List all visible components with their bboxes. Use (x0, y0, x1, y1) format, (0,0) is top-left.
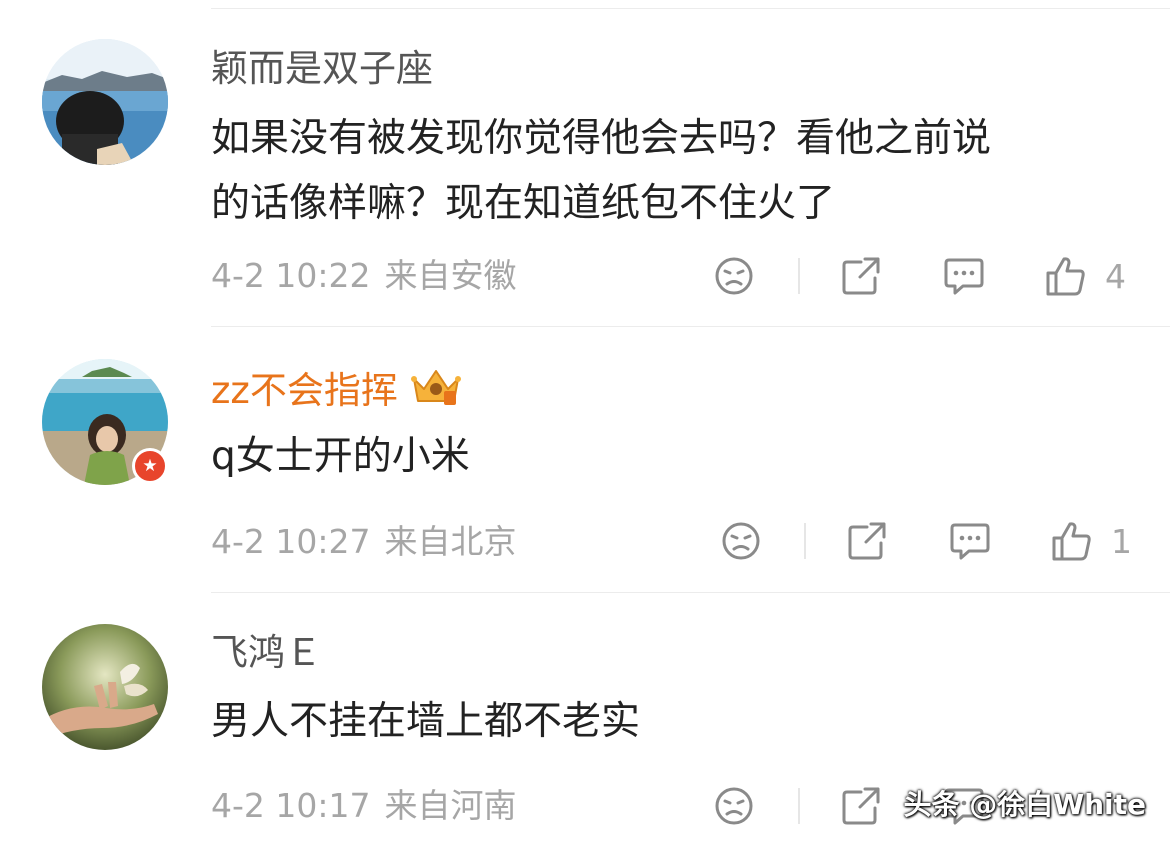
action-separator (798, 258, 800, 294)
repost-icon (842, 787, 880, 825)
username[interactable]: 飞鸿Ｅ (211, 634, 322, 671)
repost-button[interactable] (841, 256, 881, 296)
like-button[interactable]: 4 (1045, 255, 1126, 297)
comment-line: 的话像样嘛？现在知道纸包不住火了 (211, 181, 836, 226)
dislike-button[interactable] (714, 256, 754, 296)
watermark: 头条 @徐白White (903, 788, 1146, 821)
comment-meta: 4-2 10:22 来自安徽 (211, 259, 517, 292)
dislike-face-icon (715, 257, 753, 295)
comment-line: 男人不挂在墙上都不老实 (211, 699, 641, 744)
comment-button[interactable] (949, 521, 991, 561)
repost-icon (842, 257, 880, 295)
top-divider (211, 8, 1170, 9)
username-row: zz不会指挥 (211, 367, 462, 413)
thumbs-up-icon (1052, 522, 1091, 561)
avatar[interactable] (42, 39, 168, 165)
comment-button[interactable] (943, 256, 985, 296)
comment-bubble-icon (950, 523, 990, 560)
thumbs-up-icon (1046, 257, 1085, 296)
comment-time: 4-2 10:27 (211, 522, 371, 561)
dislike-face-icon (715, 787, 753, 825)
comment-line: q女士开的小米 (211, 434, 470, 479)
dislike-button[interactable] (721, 521, 761, 561)
dislike-face-icon (722, 522, 760, 560)
comment-line: 如果没有被发现你觉得他会去吗？看他之前说 (211, 116, 992, 161)
comment-location: 来自北京 (384, 522, 517, 561)
comment-content: q女士开的小米 (211, 424, 1131, 489)
comment-divider (211, 592, 1170, 593)
username[interactable]: 颖而是双子座 (211, 50, 433, 87)
action-separator (804, 523, 806, 559)
comment-time: 4-2 10:17 (211, 786, 371, 825)
crown-badge-icon (410, 367, 462, 413)
like-button[interactable]: 1 (1051, 520, 1132, 562)
comment-location: 来自河南 (384, 786, 517, 825)
repost-button[interactable] (841, 786, 881, 826)
star-badge-icon: ★ (132, 448, 168, 484)
repost-button[interactable] (847, 521, 887, 561)
comment-location: 来自安徽 (384, 256, 517, 295)
comment-divider (211, 326, 1170, 327)
comment-meta: 4-2 10:17 来自河南 (211, 789, 517, 822)
avatar[interactable] (42, 624, 168, 750)
comment-meta: 4-2 10:27 来自北京 (211, 525, 517, 558)
repost-icon (848, 522, 886, 560)
comment-time: 4-2 10:22 (211, 256, 371, 295)
comment-content: 男人不挂在墙上都不老实 (211, 689, 1131, 754)
username[interactable]: zz不会指挥 (211, 372, 398, 409)
comment-content: 如果没有被发现你觉得他会去吗？看他之前说 的话像样嘛？现在知道纸包不住火了 (211, 106, 1131, 236)
dislike-button[interactable] (714, 786, 754, 826)
like-count: 4 (1105, 256, 1126, 296)
like-count: 1 (1111, 521, 1132, 561)
action-separator (798, 788, 800, 824)
comment-bubble-icon (944, 258, 984, 295)
